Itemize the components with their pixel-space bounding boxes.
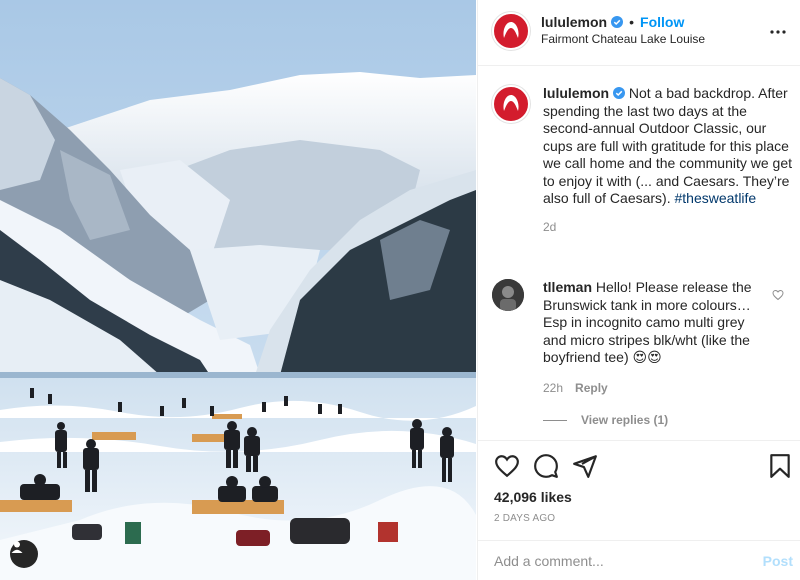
post-photo[interactable] [0, 0, 476, 580]
share-icon[interactable] [572, 453, 598, 479]
like-heart-icon[interactable] [494, 453, 520, 479]
verified-badge-icon [613, 87, 626, 99]
tagged-users-button[interactable] [10, 540, 38, 568]
post-comment-button[interactable]: Post [763, 553, 793, 569]
post-date[interactable]: 2 DAYS AGO [494, 513, 555, 524]
comment-timestamp[interactable]: 22h [543, 381, 563, 395]
lululemon-logo-icon [503, 95, 519, 111]
action-bar: 42,096 likes 2 DAYS AGO [478, 440, 800, 535]
save-bookmark-icon[interactable] [767, 453, 793, 479]
view-replies-button[interactable]: View replies (1) [543, 413, 668, 427]
header-user-line: lululemon • Follow [541, 14, 684, 30]
view-replies-label: View replies (1) [581, 413, 669, 427]
caption-text-block: lululemon Not a bad backdrop. After spen… [543, 85, 792, 208]
user-photo-icon [492, 279, 524, 311]
divider-line [543, 419, 567, 421]
comment-text-block: tlleman Hello! Please release the Brunsw… [543, 279, 758, 367]
like-comment-heart-icon[interactable] [772, 289, 784, 301]
avatar[interactable] [492, 85, 530, 123]
avatar[interactable] [492, 279, 524, 311]
comment-icon[interactable] [533, 453, 559, 479]
more-options-icon[interactable] [766, 20, 790, 44]
separator-dot: • [629, 14, 635, 30]
lululemon-logo-icon [503, 22, 519, 38]
comment-input[interactable] [494, 550, 744, 572]
username-link[interactable]: lululemon [541, 14, 607, 30]
avatar[interactable] [492, 12, 530, 50]
comment-meta: 22h Reply [543, 381, 792, 395]
caption: lululemon Not a bad backdrop. After spen… [492, 85, 792, 234]
location-link[interactable]: Fairmont Chateau Lake Louise [541, 32, 705, 46]
caption-username[interactable]: lululemon [543, 85, 609, 101]
reply-button[interactable]: Reply [575, 381, 608, 395]
comments-list[interactable]: lululemon Not a bad backdrop. After spen… [478, 67, 800, 439]
comment-composer: Post [478, 540, 800, 580]
follow-button[interactable]: Follow [640, 14, 684, 30]
post-image [0, 0, 476, 580]
post-details-panel: lululemon • Follow Fairmont Chateau Lake… [477, 0, 800, 580]
hashtag-link[interactable]: #thesweatlife [675, 190, 757, 206]
post-header: lululemon • Follow Fairmont Chateau Lake… [478, 0, 800, 66]
comment-username[interactable]: tlleman [543, 279, 592, 295]
comment-item: tlleman Hello! Please release the Brunsw… [492, 279, 792, 395]
person-icon [11, 541, 23, 553]
caption-timestamp[interactable]: 2d [543, 220, 792, 234]
verified-badge-icon [611, 16, 624, 28]
caption-text: Not a bad backdrop. After spending the l… [543, 85, 793, 206]
likes-count[interactable]: 42,096 likes [494, 489, 572, 505]
